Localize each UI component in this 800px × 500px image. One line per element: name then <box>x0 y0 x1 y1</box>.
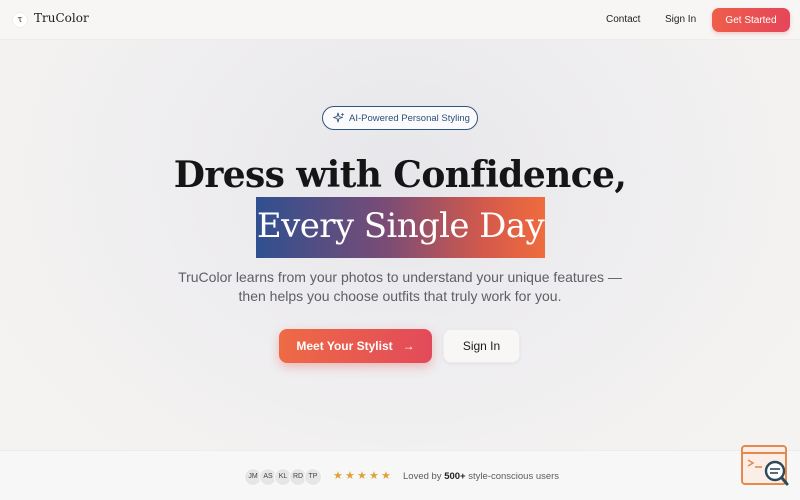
logo-icon[interactable]: τ <box>12 12 28 28</box>
badge-label: AI-Powered Personal Styling <box>349 113 470 124</box>
loved-by-text: Loved by 500+ style-conscious users <box>403 471 560 482</box>
star-icon: ★ <box>381 469 391 482</box>
hero-headline: Dress with Confidence, <box>173 154 627 196</box>
headline-highlight: Every Single Day <box>256 197 545 258</box>
search-chat-icon <box>741 445 789 486</box>
nav-sign-in-link[interactable]: Sign In <box>665 14 696 25</box>
hero-subtitle: TruColor learns from your photos to unde… <box>178 269 622 304</box>
get-started-button[interactable]: Get Started <box>712 8 790 32</box>
star-icon: ★ <box>345 469 355 482</box>
user-count: 500+ <box>444 471 466 482</box>
avatar: TP <box>304 468 322 486</box>
meet-your-stylist-label: Meet Your Stylist <box>296 339 393 353</box>
hero-headline-highlight-text: Every Single Day <box>256 206 545 246</box>
arrow-right-icon: → <box>402 339 415 353</box>
meet-your-stylist-button[interactable]: Meet Your Stylist → <box>279 329 432 363</box>
top-nav-bar: τ TruColor Contact Sign In Get Started <box>0 0 800 40</box>
sparkle-icon <box>333 112 345 123</box>
star-icon: ★ <box>369 469 379 482</box>
star-icon: ★ <box>333 469 343 482</box>
hero-sign-in-button[interactable]: Sign In <box>443 329 520 363</box>
nav-contact-link[interactable]: Contact <box>606 14 640 25</box>
brand-name[interactable]: TruColor <box>34 11 89 25</box>
ai-styling-badge: AI-Powered Personal Styling <box>322 106 478 130</box>
star-icon: ★ <box>357 469 367 482</box>
support-chat-widget[interactable] <box>740 444 790 488</box>
social-proof-strip: JM AS KL RD TP ★ ★ ★ ★ ★ Loved by 500+ s… <box>0 450 800 500</box>
